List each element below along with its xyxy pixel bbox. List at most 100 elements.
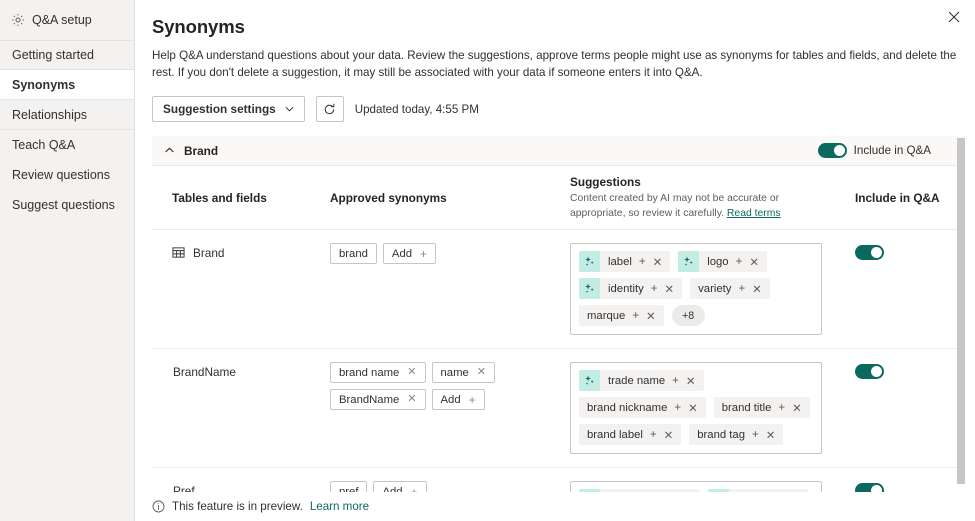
table-icon [172,246,185,259]
refresh-button[interactable] [316,96,344,122]
sidebar-item-teach-qa[interactable]: Teach Q&A [0,130,134,160]
approved-synonym-label: name [441,367,469,379]
reject-icon[interactable]: ✕ [653,255,663,269]
add-synonym-button[interactable]: Add + [383,243,436,264]
reject-icon[interactable]: ✕ [664,428,674,442]
sidebar-header: Q&A setup [0,0,134,40]
group-name: Brand [184,144,218,158]
close-button[interactable] [943,6,965,28]
gear-icon [11,13,25,27]
suggestion-chip[interactable]: marque + ✕ [579,305,664,326]
approved-synonym-label: pref [339,486,358,493]
group-include-label: Include in Q&A [854,144,931,157]
approve-icon[interactable]: + [738,283,745,295]
suggestion-chip[interactable]: brand tag + ✕ [689,424,783,445]
chevron-up-icon[interactable] [164,145,184,156]
approve-icon[interactable]: + [778,402,785,414]
plus-icon: + [420,248,427,260]
table-scrollbar-thumb[interactable] [957,138,965,484]
row-include-cell [855,481,965,492]
approve-icon[interactable]: + [650,429,657,441]
refresh-icon [323,103,336,116]
suggestion-chip[interactable]: logo + ✕ [678,251,767,272]
row-entity: Brand [152,243,330,335]
suggestion-chip[interactable]: brand nickname + ✕ [579,397,706,418]
reject-icon[interactable]: ✕ [749,255,759,269]
suggestion-chip[interactable]: variety + ✕ [690,278,770,299]
row-include-toggle[interactable] [855,245,884,260]
column-header-tables-and-fields: Tables and fields [152,175,330,221]
approve-icon[interactable]: + [672,375,679,387]
suggestions-box: preference + ✕ [570,481,822,492]
approved-synonym-label: brand [339,248,368,260]
approved-synonym-chip[interactable]: pref [330,481,367,492]
reject-icon[interactable]: ✕ [646,309,656,323]
suggestions-subtext: Content created by AI may not be accurat… [570,192,822,221]
sidebar-item-label: Review questions [12,168,110,182]
reject-icon[interactable]: ✕ [686,374,696,388]
toolbar: Suggestion settings Updated today, 4:55 … [152,96,975,122]
remove-icon[interactable]: ✕ [477,367,486,378]
approve-icon[interactable]: + [736,256,743,268]
group-include-toggle[interactable] [818,143,847,158]
suggestion-label: brand tag [689,429,745,441]
approved-synonym-chip[interactable]: brand name ✕ [330,362,426,383]
reject-icon[interactable]: ✕ [688,401,698,415]
table-row: Brand brand Add + [152,230,965,349]
add-synonym-button[interactable]: Add + [432,389,485,410]
read-terms-link[interactable]: Read terms [727,208,781,219]
suggestion-chip[interactable]: label + ✕ [579,251,670,272]
reject-icon[interactable]: ✕ [766,428,776,442]
approved-synonym-chip[interactable]: brand [330,243,377,264]
suggestion-chip[interactable]: preference + ✕ [579,489,700,492]
add-synonym-button[interactable]: Add + [373,481,426,492]
ai-sparkle-icon [579,278,600,299]
sidebar-item-synonyms[interactable]: Synonyms [0,70,134,100]
table-scrollbar[interactable] [957,136,965,492]
approve-icon[interactable]: + [632,310,639,322]
more-suggestions-badge[interactable]: +8 [672,305,705,326]
approve-icon[interactable]: + [639,256,646,268]
group-header-brand[interactable]: Brand Include in Q&A [152,136,965,166]
add-label: Add [382,486,402,493]
row-approved-synonyms: brand Add + [330,243,570,335]
ai-sparkle-icon [579,370,600,391]
suggestion-actions: + ✕ [665,374,703,388]
approve-icon[interactable]: + [651,283,658,295]
learn-more-link[interactable]: Learn more [310,500,369,513]
suggestion-settings-button[interactable]: Suggestion settings [152,96,305,122]
reject-icon[interactable]: ✕ [792,401,802,415]
sidebar-item-relationships[interactable]: Relationships [0,100,134,130]
suggestions-title: Suggestions [570,175,855,189]
suggestions-box: label + ✕ [570,243,822,335]
updated-timestamp: Updated today, 4:55 PM [355,103,479,116]
approved-synonym-chip[interactable]: name ✕ [432,362,495,383]
close-icon [948,11,960,23]
sidebar-item-suggest-questions[interactable]: Suggest questions [0,190,134,220]
suggestion-actions: + ✕ [667,401,705,415]
sidebar-item-label: Teach Q&A [12,138,75,152]
suggestion-chip[interactable]: trade name + ✕ [579,370,704,391]
remove-icon[interactable]: ✕ [407,367,416,378]
suggestion-chip[interactable]: brand title + ✕ [714,397,810,418]
row-include-cell [855,362,965,454]
row-include-toggle[interactable] [855,483,884,492]
reject-icon[interactable]: ✕ [752,282,762,296]
reject-icon[interactable]: ✕ [665,282,675,296]
approved-synonym-chip[interactable]: BrandName ✕ [330,389,426,410]
suggestion-chip[interactable]: identity + ✕ [579,278,682,299]
add-label: Add [441,394,461,406]
approved-synonym-label: BrandName [339,394,399,406]
approve-icon[interactable]: + [752,429,759,441]
suggestion-chip[interactable]: brand label + ✕ [579,424,681,445]
row-approved-synonyms: brand name ✕ name ✕ BrandName ✕ Add [330,362,570,454]
row-include-toggle[interactable] [855,364,884,379]
sidebar-item-getting-started[interactable]: Getting started [0,40,134,70]
remove-icon[interactable]: ✕ [407,394,416,405]
suggestion-chip[interactable]: choice + ✕ [708,489,808,492]
suggestion-label: label [600,256,632,268]
suggestion-actions: + ✕ [643,428,681,442]
approve-icon[interactable]: + [674,402,681,414]
suggestion-label: identity [600,283,644,295]
sidebar-item-review-questions[interactable]: Review questions [0,160,134,190]
